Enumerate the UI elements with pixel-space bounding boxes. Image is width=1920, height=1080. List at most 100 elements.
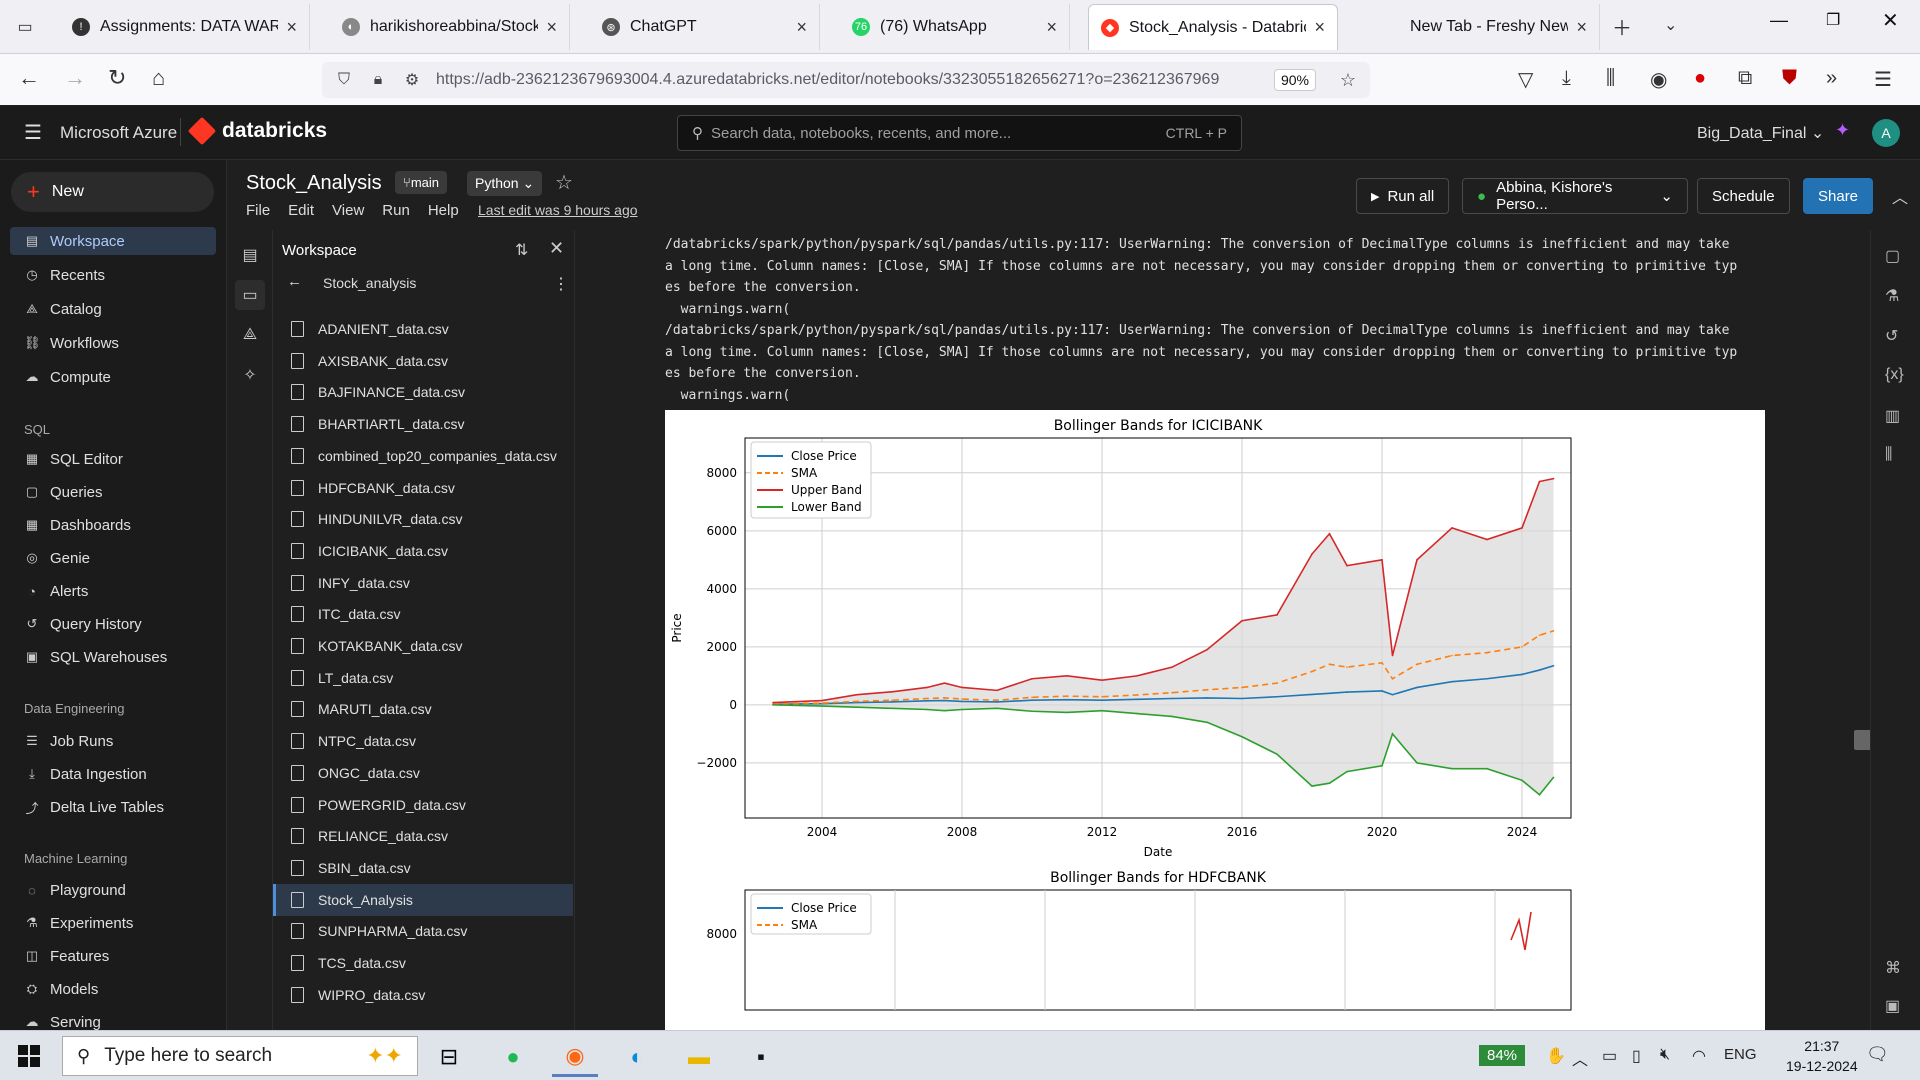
tab-close-icon[interactable]: ×	[1314, 17, 1325, 38]
tray-hand-icon[interactable]: ✋	[1546, 1046, 1566, 1066]
share-button[interactable]: Share	[1803, 178, 1874, 214]
battery-badge[interactable]: 84%	[1479, 1045, 1526, 1066]
file-explorer-icon[interactable]: ▬	[676, 1037, 722, 1077]
url-bar[interactable]: ⛉ 🔒︎ ⚙ https://adb-2362123679693004.4.az…	[322, 62, 1370, 98]
assistant-icon[interactable]: ✧	[235, 360, 265, 390]
account-icon[interactable]: ◉	[1650, 67, 1667, 92]
pocket-icon[interactable]: ▽	[1518, 67, 1533, 92]
library-shelf-icon[interactable]: ⫼	[1885, 446, 1892, 464]
windows-start-icon[interactable]	[18, 1045, 40, 1067]
menu-help[interactable]: Help	[428, 202, 459, 219]
catalog-icon[interactable]: ⟁	[235, 320, 265, 350]
file-item[interactable]: POWERGRID_data.csv	[273, 789, 573, 821]
spotify-icon[interactable]: ●	[490, 1037, 536, 1077]
task-view-icon[interactable]: ⊟	[426, 1037, 472, 1077]
last-edit-link[interactable]: Last edit was 9 hours ago	[478, 202, 638, 218]
sort-icon[interactable]: ⇅	[515, 240, 528, 260]
clock[interactable]: 21:37 19-12-2024	[1786, 1036, 1858, 1076]
speaker-muted-icon[interactable]: 🔇︎	[1660, 1046, 1670, 1064]
sidebar-item-genie[interactable]: ◎ Genie	[10, 544, 216, 572]
file-item[interactable]: TCS_data.csv	[273, 947, 573, 979]
library-icon[interactable]: ⫼	[1606, 67, 1615, 90]
device-icon[interactable]: ▯	[1632, 1046, 1641, 1066]
tab-close-icon[interactable]: ×	[1576, 17, 1587, 38]
variables-icon[interactable]: {x}	[1885, 366, 1904, 384]
file-item[interactable]: ADANIENT_data.csv	[273, 313, 573, 345]
global-search[interactable]: ⚲ Search data, notebooks, recents, and m…	[677, 115, 1242, 151]
forward-icon[interactable]: →	[64, 65, 86, 91]
sidebar-item-sql-warehouses[interactable]: ▣ SQL Warehouses	[10, 643, 216, 671]
favorite-star-icon[interactable]: ☆	[555, 170, 573, 195]
sidebar-item-experiments[interactable]: ⚗ Experiments	[10, 909, 216, 937]
kebab-menu-icon[interactable]: ⋮	[553, 274, 569, 294]
edge-icon[interactable]: ◐	[614, 1037, 660, 1077]
notifications-icon[interactable]: 🗨︎	[1866, 1044, 1889, 1065]
file-item[interactable]: SBIN_data.csv	[273, 852, 573, 884]
sidebar-item-catalog[interactable]: ⟁ Catalog	[10, 295, 216, 323]
language-indicator[interactable]: ENG	[1724, 1046, 1757, 1063]
file-item[interactable]: BAJFINANCE_data.csv	[273, 376, 573, 408]
overflow-icon[interactable]: »	[1826, 67, 1837, 90]
browser-tab[interactable]: ! Assignments: DATA WAREH ×	[60, 4, 310, 50]
hamburger-icon[interactable]: ☰	[24, 120, 42, 145]
sidebar-item-features[interactable]: ◫ Features	[10, 942, 216, 970]
sidebar-item-workflows[interactable]: ⛓ Workflows	[10, 329, 216, 357]
language-select[interactable]: Python ⌄	[467, 171, 543, 196]
menu-icon[interactable]: ☰	[1874, 67, 1892, 92]
chevron-down-icon[interactable]: ⌄	[1664, 15, 1677, 35]
file-item[interactable]: KOTAKBANK_data.csv	[273, 630, 573, 662]
home-icon[interactable]: ⌂	[152, 65, 165, 91]
file-item[interactable]: Stock_Analysis	[273, 883, 573, 916]
tab-close-icon[interactable]: ×	[546, 17, 557, 38]
sidebar-item-compute[interactable]: ☁ Compute	[10, 363, 216, 391]
file-item[interactable]: ONGC_data.csv	[273, 757, 573, 789]
browser-tab[interactable]: New Tab - Freshy Newtab a ×	[1370, 4, 1600, 50]
databricks-logo[interactable]: databricks	[187, 116, 327, 146]
menu-view[interactable]: View	[332, 202, 364, 219]
zoom-badge[interactable]: 90%	[1273, 69, 1316, 91]
new-button[interactable]: + New	[11, 172, 214, 212]
file-item[interactable]: ITC_data.csv	[273, 598, 573, 630]
experiment-icon[interactable]: ⚗	[1885, 286, 1899, 306]
sidebar-item-playground[interactable]: ◌ Playground	[10, 876, 216, 904]
file-item[interactable]: NTPC_data.csv	[273, 725, 573, 757]
cluster-select[interactable]: ● Abbina, Kishore's Perso... ⌄	[1462, 178, 1688, 214]
browser-tab[interactable]: ⊛ ChatGPT ×	[590, 4, 820, 50]
file-item[interactable]: AXISBANK_data.csv	[273, 345, 573, 377]
taskbar-search[interactable]: ⚲ Type here to search ✦✦	[62, 1036, 418, 1076]
assistant-sparkle-icon[interactable]: ✦	[1835, 120, 1850, 141]
file-item[interactable]: LT_data.csv	[273, 662, 573, 694]
sidebar-item-query-history[interactable]: ↺ Query History	[10, 610, 216, 638]
pdf-extension-icon[interactable]: ●	[1694, 67, 1706, 90]
download-icon[interactable]: ⤓	[1562, 67, 1571, 90]
tab-close-icon[interactable]: ×	[286, 17, 297, 38]
tab-list-icon[interactable]: ▭	[8, 12, 42, 42]
tray-chevron-up-icon[interactable]: ︿	[1572, 1046, 1588, 1070]
file-item[interactable]: SUNPHARMA_data.csv	[273, 915, 573, 947]
sidebar-item-recents[interactable]: ◷ Recents	[10, 261, 216, 289]
notebook-title[interactable]: Stock_Analysis	[246, 172, 382, 195]
browser-tab[interactable]: ◐ harikishoreabbina/Stock_an ×	[330, 4, 570, 50]
menu-run[interactable]: Run	[382, 202, 410, 219]
minimize-icon[interactable]: —	[1770, 10, 1788, 31]
file-item[interactable]: ICICIBANK_data.csv	[273, 535, 573, 567]
collapse-header-icon[interactable]: ︿	[1892, 184, 1908, 208]
sidebar-item-workspace[interactable]: ▤ Workspace	[10, 227, 216, 255]
file-item[interactable]: HDFCBANK_data.csv	[273, 472, 573, 504]
file-item[interactable]: combined_top20_companies_data.csv	[273, 440, 573, 472]
sidebar-item-queries[interactable]: ▢ Queries	[10, 478, 216, 506]
sidebar-item-data-ingestion[interactable]: ⤓ Data Ingestion	[10, 760, 216, 788]
sidebar-item-dashboards[interactable]: ▦ Dashboards	[10, 511, 216, 539]
branch-badge[interactable]: ⑂main	[395, 171, 447, 194]
close-window-icon[interactable]: ✕	[1882, 8, 1899, 33]
ublock-icon[interactable]: ⛊	[1782, 67, 1797, 90]
workspace-switcher[interactable]: Big_Data_Final ⌄	[1697, 123, 1824, 143]
run-all-button[interactable]: ▶ Run all	[1356, 178, 1450, 214]
firefox-icon[interactable]: ◉	[552, 1037, 598, 1077]
table-of-contents-icon[interactable]: ▤	[235, 240, 265, 270]
avatar[interactable]: A	[1872, 119, 1900, 147]
sidebar-item-alerts[interactable]: ◔ Alerts	[10, 577, 216, 605]
comments-icon[interactable]: ▢	[1885, 246, 1900, 266]
libraries-icon[interactable]: ▥	[1885, 406, 1900, 426]
sidebar-item-sql-editor[interactable]: ▦ SQL Editor	[10, 445, 216, 473]
